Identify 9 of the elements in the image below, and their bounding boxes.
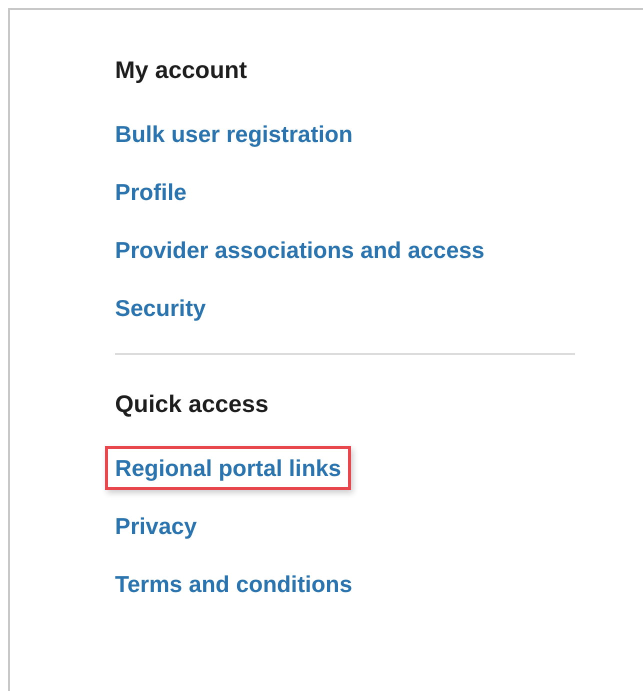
menu-link[interactable]: Terms and conditions — [105, 562, 362, 606]
menu-link[interactable]: Privacy — [105, 504, 207, 548]
menu-link[interactable]: Profile — [105, 170, 197, 214]
highlighted-link[interactable]: Regional portal links — [105, 446, 352, 490]
menu-link[interactable]: Provider associations and access — [105, 228, 494, 272]
section-heading: My account — [115, 57, 248, 85]
section-heading: Quick access — [115, 391, 270, 419]
menu-link[interactable]: Security — [105, 286, 216, 330]
menu-link[interactable]: Bulk user registration — [105, 112, 363, 156]
